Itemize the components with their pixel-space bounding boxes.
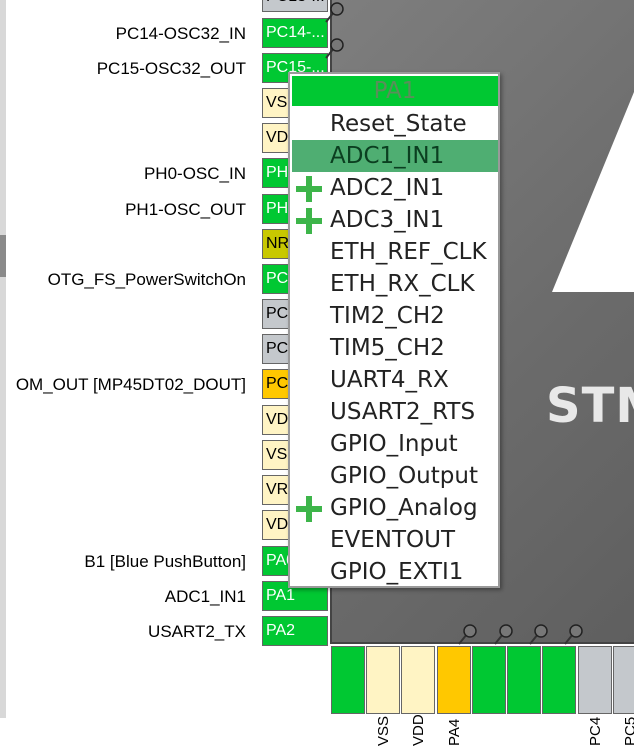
menu-item-label: GPIO_Input bbox=[330, 431, 458, 457]
menu-title: PA1 bbox=[292, 76, 498, 106]
menu-item-label: ETH_REF_CLK bbox=[330, 239, 487, 265]
menu-item-tim5-ch2[interactable]: TIM5_CH2 bbox=[292, 332, 498, 364]
menu-item-usart2-rts[interactable]: USART2_RTS bbox=[292, 396, 498, 428]
signal-label-ph1: PH1-OSC_OUT bbox=[125, 200, 246, 219]
menu-item-label: EVENTOUT bbox=[330, 527, 456, 553]
signal-label-pc15: PC15-OSC32_OUT bbox=[96, 59, 246, 78]
pin-label: PC5 bbox=[622, 716, 634, 746]
pin-label: PA3 bbox=[340, 718, 357, 746]
signal-label-pa2: USART2_TX bbox=[148, 622, 246, 641]
menu-item-label: GPIO_Analog bbox=[330, 495, 478, 521]
plus-icon bbox=[296, 176, 322, 202]
menu-item-eventout[interactable]: EVENTOUT bbox=[292, 524, 498, 556]
menu-item-label: ETH_RX_CLK bbox=[330, 271, 475, 297]
pin-label: PC4 bbox=[587, 716, 604, 746]
menu-item-label: ADC2_IN1 bbox=[330, 175, 445, 201]
menu-item-label: ADC1_IN1 bbox=[330, 143, 445, 169]
menu-item-eth-rx-clk[interactable]: ETH_RX_CLK bbox=[292, 268, 498, 300]
menu-item-tim2-ch2[interactable]: TIM2_CH2 bbox=[292, 300, 498, 332]
menu-item-gpio-exti1[interactable]: GPIO_EXTI1 bbox=[292, 556, 498, 588]
pushpin-icon bbox=[325, 38, 344, 59]
pin-label: PA4 bbox=[446, 718, 463, 746]
left-panel-tab[interactable] bbox=[0, 235, 6, 277]
signal-label-pc0: OTG_FS_PowerSwitchOn bbox=[47, 270, 246, 289]
signal-label-ph0: PH0-OSC_IN bbox=[143, 164, 246, 183]
pushpin-icon bbox=[564, 624, 583, 645]
pin-pc14[interactable]: PC14-... bbox=[262, 18, 328, 48]
pushpin-icon bbox=[325, 2, 344, 23]
menu-item-label: UART4_RX bbox=[330, 367, 449, 393]
menu-item-label: Reset_State bbox=[330, 111, 467, 137]
pin-pa5[interactable]: PA5 bbox=[472, 646, 506, 746]
pin-pc13[interactable]: PC13-... bbox=[262, 0, 328, 12]
plus-icon bbox=[296, 496, 322, 522]
pushpin-icon bbox=[494, 624, 513, 645]
menu-item-gpio-output[interactable]: GPIO_Output bbox=[292, 460, 498, 492]
pin-label: VDD bbox=[410, 714, 427, 746]
menu-item-label: GPIO_EXTI1 bbox=[330, 559, 464, 585]
menu-item-reset-state[interactable]: Reset_State bbox=[292, 108, 498, 140]
menu-item-gpio-analog[interactable]: GPIO_Analog bbox=[292, 492, 498, 524]
pin-function-menu: PA1 Reset_State ADC1_IN1 ADC2_IN1 ADC3_I… bbox=[288, 72, 500, 588]
pin-label: VSS bbox=[375, 715, 392, 746]
menu-item-adc2-in1[interactable]: ADC2_IN1 bbox=[292, 172, 498, 204]
menu-item-label: GPIO_Output bbox=[330, 463, 478, 489]
signal-label-pc3: OM_OUT [MP45DT02_DOUT] bbox=[15, 375, 246, 394]
chip-label: STM bbox=[546, 378, 634, 434]
menu-item-adc1-in1[interactable]: ADC1_IN1 bbox=[292, 140, 498, 172]
menu-item-label: ADC3_IN1 bbox=[330, 207, 445, 233]
pin-pc5[interactable]: PC5 bbox=[613, 646, 634, 746]
signal-label-pa0: B1 [Blue PushButton] bbox=[84, 552, 246, 571]
menu-item-label: USART2_RTS bbox=[330, 399, 476, 425]
plus-icon bbox=[296, 208, 322, 234]
menu-item-eth-ref-clk[interactable]: ETH_REF_CLK bbox=[292, 236, 498, 268]
pin-pa7[interactable]: PA7 bbox=[542, 646, 576, 746]
menu-item-adc3-in1[interactable]: ADC3_IN1 bbox=[292, 204, 498, 236]
menu-item-gpio-input[interactable]: GPIO_Input bbox=[292, 428, 498, 460]
signal-label-pc14: PC14-OSC32_IN bbox=[115, 24, 246, 43]
menu-item-uart4-rx[interactable]: UART4_RX bbox=[292, 364, 498, 396]
left-panel-edge bbox=[0, 0, 6, 718]
pin-label: PA7 bbox=[551, 718, 568, 746]
pin-label: PA5 bbox=[481, 718, 498, 746]
pin-pc4[interactable]: PC4 bbox=[578, 646, 612, 746]
pin-pa2[interactable]: PA2 bbox=[262, 616, 328, 646]
pin-label: PA6 bbox=[516, 718, 533, 746]
menu-item-label: TIM5_CH2 bbox=[330, 335, 445, 361]
menu-item-label: TIM2_CH2 bbox=[330, 303, 445, 329]
pin-vdd-bottom[interactable]: VDD bbox=[401, 646, 435, 746]
pushpin-icon bbox=[458, 624, 477, 645]
pin-vss-bottom[interactable]: VSS bbox=[366, 646, 400, 746]
pin-pa3[interactable]: PA3 bbox=[331, 646, 365, 746]
pin-pa4[interactable]: PA4 bbox=[437, 646, 471, 746]
pushpin-icon bbox=[529, 624, 548, 645]
signal-label-pa1: ADC1_IN1 bbox=[164, 587, 246, 606]
pin-pa6[interactable]: PA6 bbox=[507, 646, 541, 746]
